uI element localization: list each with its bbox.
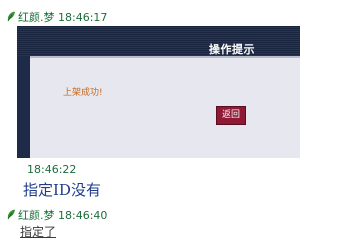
embedded-screenshot: 操作提示 上架成功! 返回 [17,26,300,158]
leaf-icon [6,11,16,22]
dialog-title: 操作提示 [209,43,255,56]
message-time-2: 18:46:22 [27,163,77,176]
message-text-link[interactable]: 指定了 [20,223,56,240]
message-time: 18:46:40 [58,209,108,222]
dialog-header [17,26,300,56]
sender-name[interactable]: 红颜.梦 [18,209,55,222]
leaf-icon [6,209,16,220]
dialog-body: 上架成功! 返回 [30,56,300,158]
message-text: 指定ID没有 [23,181,101,199]
message-header-1: 红颜.梦 18:46:17 [6,9,107,25]
message-header-3: 红颜.梦 18:46:40 [6,207,107,223]
message-time: 18:46:17 [58,11,108,24]
sender-name[interactable]: 红颜.梦 [18,11,55,24]
success-message: 上架成功! [63,88,103,98]
back-button[interactable]: 返回 [216,106,246,125]
